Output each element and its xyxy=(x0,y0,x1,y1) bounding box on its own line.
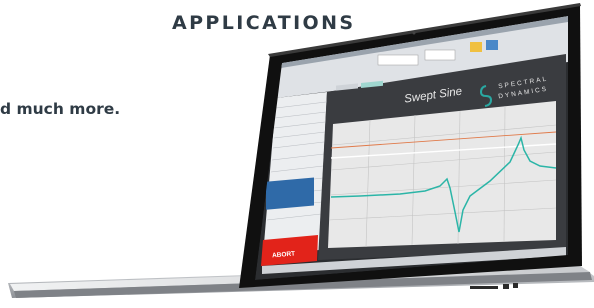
abort-button[interactable]: ABORT xyxy=(261,235,318,266)
toolbar-field[interactable] xyxy=(424,49,456,61)
toolbar-button-icon[interactable] xyxy=(486,40,498,50)
left-panel-group-header xyxy=(266,177,314,210)
port-thunderbolt xyxy=(513,283,518,288)
port-slot xyxy=(470,286,498,289)
toolbar-button-icon[interactable] xyxy=(470,42,482,52)
port-usb xyxy=(503,284,509,289)
toolbar-button-icon[interactable] xyxy=(328,12,338,23)
toolbar-field[interactable] xyxy=(377,54,419,66)
webcam-icon xyxy=(412,31,416,35)
toolbar-button-icon[interactable] xyxy=(314,16,324,27)
laptop-illustration: ABORT Swept Sine SPECTRAL DYNAMICS xyxy=(8,3,594,298)
toolbar-button-icon[interactable] xyxy=(286,25,296,35)
toolbar-button-icon[interactable] xyxy=(300,20,310,31)
plot-area xyxy=(328,101,556,248)
